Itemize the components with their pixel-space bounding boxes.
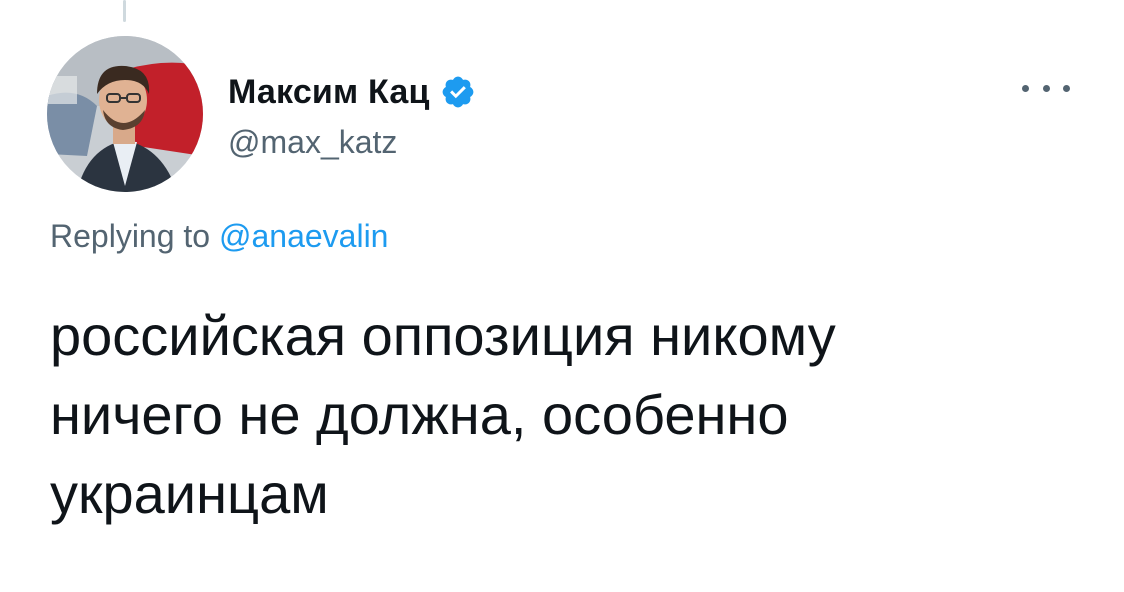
more-dot xyxy=(1042,84,1050,92)
replying-to: Replying to @anaevalin xyxy=(50,218,388,255)
tweet-text-line: украинцам xyxy=(50,462,329,525)
more-dot xyxy=(1063,84,1070,92)
tweet-text-line: российская оппозиция никому xyxy=(50,304,836,367)
more-options-icon[interactable] xyxy=(1022,76,1070,100)
display-name[interactable]: Максим Кац xyxy=(228,73,430,112)
avatar[interactable] xyxy=(47,36,203,192)
replying-to-label: Replying to xyxy=(50,218,211,254)
author-name-row[interactable]: Максим Кац xyxy=(228,70,476,114)
tweet-text: российская оппозиция никому ничего не до… xyxy=(50,296,1070,533)
thread-connector-line xyxy=(123,0,126,22)
author-handle[interactable]: @max_katz xyxy=(228,124,397,161)
reply-mention-link[interactable]: @anaevalin xyxy=(219,218,388,254)
verified-badge-icon xyxy=(440,74,476,110)
more-dot xyxy=(1022,84,1029,92)
tweet-text-line: ничего не должна, особенно xyxy=(50,383,789,446)
avatar-photo xyxy=(47,36,203,192)
